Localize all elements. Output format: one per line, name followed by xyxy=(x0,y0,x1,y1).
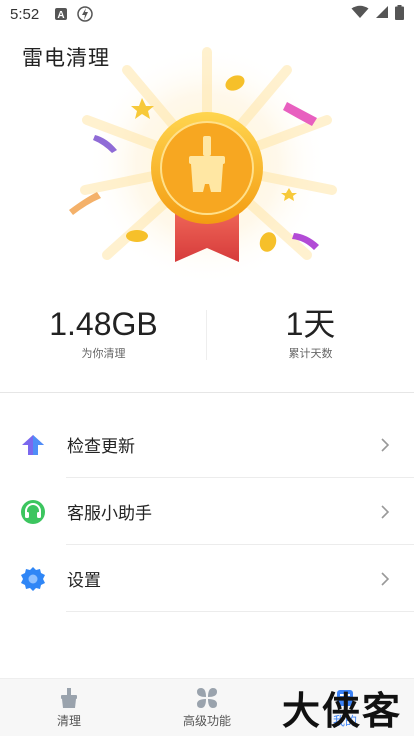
stat-cleaned: 1.48GB 为你清理 xyxy=(0,304,207,368)
stat-label: 累计天数 xyxy=(288,347,333,360)
menu-item-label: 设置 xyxy=(67,571,101,591)
gear-icon xyxy=(20,566,46,592)
nav-label: 高级功能 xyxy=(182,713,231,728)
clover-icon xyxy=(196,687,218,709)
section-divider xyxy=(0,392,414,393)
status-time: 5:52 xyxy=(10,5,40,23)
nav-label: 清理 xyxy=(56,713,81,728)
nav-item-clean[interactable]: 清理 xyxy=(0,679,138,736)
menu-item-customer-service[interactable]: 客服小助手 xyxy=(0,478,414,545)
menu-item-label: 检查更新 xyxy=(67,437,135,457)
menu-item-settings[interactable]: 设置 xyxy=(0,545,414,612)
watermark-logo: 大侠客 xyxy=(281,688,402,733)
svg-text:A: A xyxy=(58,10,65,20)
chevron-right-icon xyxy=(381,571,390,586)
stat-value: 1天 xyxy=(285,306,336,342)
chevron-right-icon xyxy=(381,437,390,452)
stat-days: 1天 累计天数 xyxy=(207,304,414,368)
menu-item-label: 客服小助手 xyxy=(67,504,152,524)
wifi-icon xyxy=(351,5,369,23)
signal-icon xyxy=(375,5,389,23)
status-bar: 5:52 A xyxy=(0,0,414,28)
stat-label: 为你清理 xyxy=(81,347,126,360)
settings-menu: 检查更新 客服小助手 设置 xyxy=(0,411,414,612)
upgrade-arrow-icon xyxy=(20,432,46,458)
broom-icon xyxy=(58,687,80,709)
menu-item-check-update[interactable]: 检查更新 xyxy=(0,411,414,478)
bolt-app-icon xyxy=(77,6,93,22)
nav-item-advanced[interactable]: 高级功能 xyxy=(138,679,276,736)
notification-a-icon: A xyxy=(53,6,69,22)
chevron-right-icon xyxy=(381,504,390,519)
stat-divider xyxy=(206,310,207,360)
stat-value: 1.48GB xyxy=(49,306,158,342)
medal-illustration xyxy=(57,40,357,280)
headset-icon xyxy=(20,499,46,525)
status-icons xyxy=(351,4,404,24)
battery-icon xyxy=(395,4,404,24)
stats-panel: 1.48GB 为你清理 1天 累计天数 xyxy=(0,304,414,368)
